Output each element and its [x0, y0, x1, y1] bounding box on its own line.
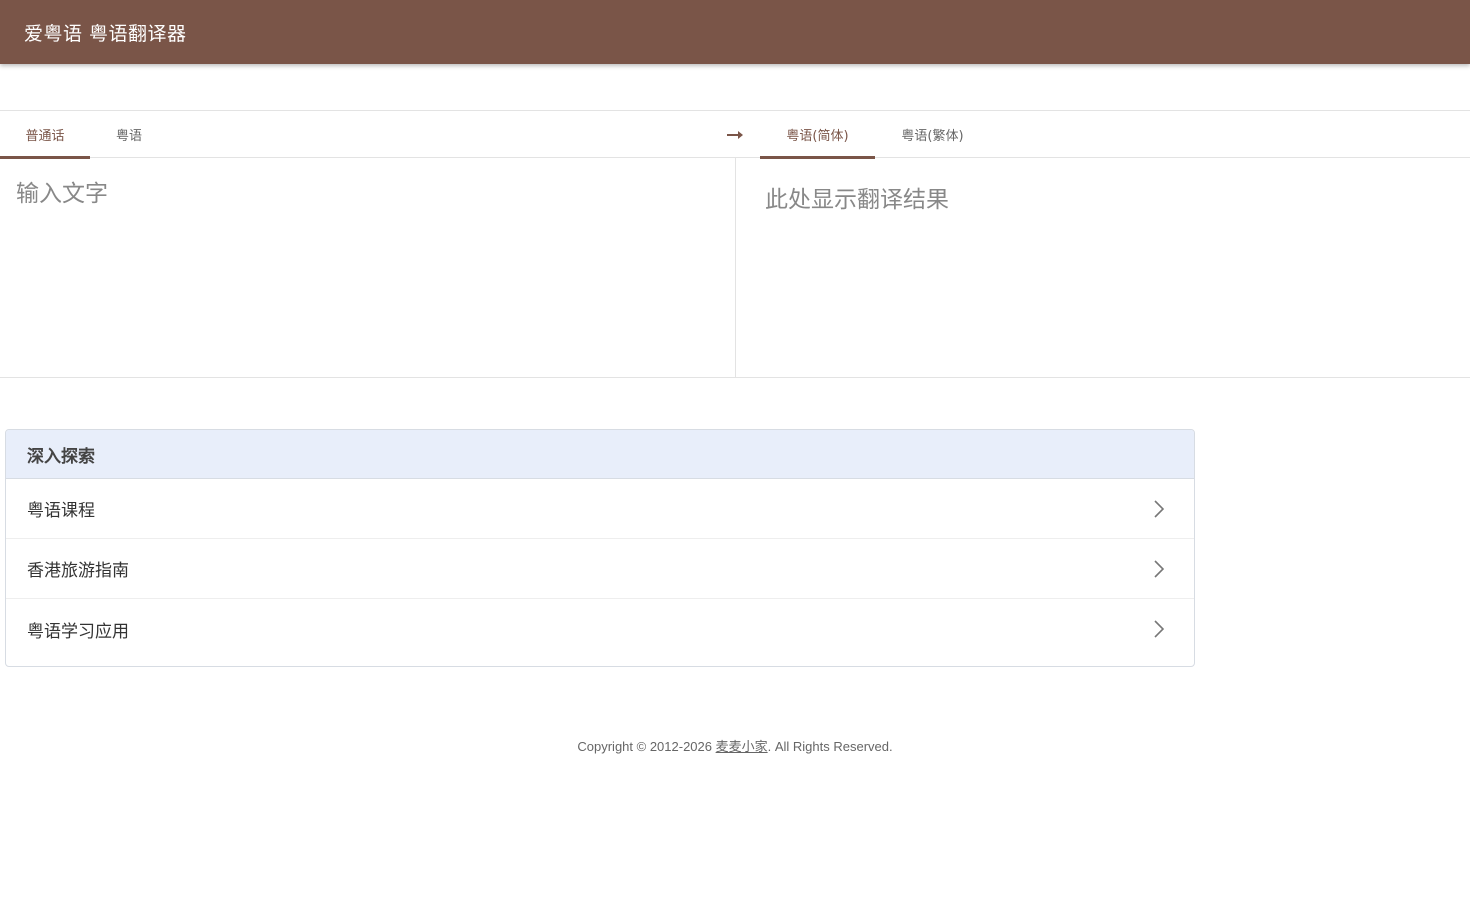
explore-item-label: 香港旅游指南 [27, 561, 129, 581]
copyright-prefix: Copyright © 2012-2026 [577, 739, 716, 754]
explore-item-label: 粤语课程 [27, 501, 95, 521]
pane-divider [735, 158, 736, 377]
explore-title: 深入探索 [6, 430, 1194, 479]
translation-result: 此处显示翻译结果 [765, 187, 949, 213]
language-bar: 普通话 粤语 粤语(简体) 粤语(繁体) [0, 110, 1470, 159]
copyright-suffix: . All Rights Reserved. [767, 739, 893, 754]
translation-panes: 此处显示翻译结果 [0, 158, 1470, 378]
right-arrow-icon[interactable] [722, 123, 748, 147]
tab-source-cantonese[interactable]: 粤语 [90, 111, 168, 158]
footer: Copyright © 2012-2026 麦麦小家. All Rights R… [0, 736, 1470, 755]
app-bar: 爱粤语 粤语翻译器 [0, 0, 1470, 64]
author-link[interactable]: 麦麦小家 [716, 739, 768, 754]
explore-card: 深入探索 粤语课程 香港旅游指南 粤语学习应用 [5, 429, 1195, 667]
chevron-right-icon [1154, 499, 1166, 518]
chevron-right-icon [1154, 559, 1166, 578]
explore-item-cantonese-app[interactable]: 粤语学习应用 [6, 599, 1194, 659]
source-text-input[interactable] [0, 158, 735, 377]
chevron-right-icon [1154, 620, 1166, 638]
explore-item-hk-travel-guide[interactable]: 香港旅游指南 [6, 539, 1194, 599]
tab-source-mandarin[interactable]: 普通话 [0, 111, 90, 159]
explore-item-label: 粤语学习应用 [27, 621, 129, 642]
app-title: 爱粤语 粤语翻译器 [24, 22, 187, 45]
tab-target-cantonese-simplified[interactable]: 粤语(简体) [760, 111, 875, 159]
explore-item-cantonese-course[interactable]: 粤语课程 [6, 479, 1194, 539]
tab-target-cantonese-traditional[interactable]: 粤语(繁体) [875, 111, 990, 158]
